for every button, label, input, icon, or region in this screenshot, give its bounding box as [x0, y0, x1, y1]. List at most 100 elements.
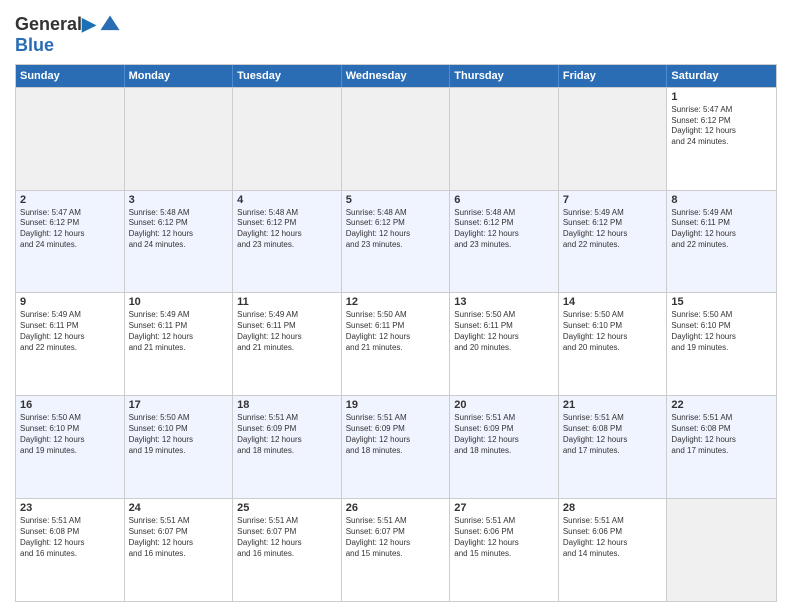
day-info: Sunrise: 5:50 AM Sunset: 6:10 PM Dayligh… [671, 310, 772, 353]
calendar-row-4: 16 Sunrise: 5:50 AM Sunset: 6:10 PM Dayli… [16, 395, 776, 498]
empty-cell [125, 88, 234, 190]
day-number: 24 [129, 502, 229, 514]
day-number: 22 [671, 399, 772, 411]
day-cell-2: 2 Sunrise: 5:47 AM Sunset: 6:12 PM Daylig… [16, 191, 125, 293]
day-cell-24: 24 Sunrise: 5:51 AM Sunset: 6:07 PM Dayli… [125, 499, 234, 601]
day-cell-14: 14 Sunrise: 5:50 AM Sunset: 6:10 PM Dayli… [559, 293, 668, 395]
calendar-row-2: 2 Sunrise: 5:47 AM Sunset: 6:12 PM Daylig… [16, 190, 776, 293]
day-cell-20: 20 Sunrise: 5:51 AM Sunset: 6:09 PM Dayli… [450, 396, 559, 498]
day-number: 19 [346, 399, 446, 411]
day-info: Sunrise: 5:49 AM Sunset: 6:12 PM Dayligh… [563, 208, 663, 251]
day-info: Sunrise: 5:50 AM Sunset: 6:11 PM Dayligh… [454, 310, 554, 353]
day-info: Sunrise: 5:51 AM Sunset: 6:07 PM Dayligh… [346, 516, 446, 559]
logo: General▶ Blue [15, 14, 121, 56]
empty-cell [559, 88, 668, 190]
day-info: Sunrise: 5:51 AM Sunset: 6:08 PM Dayligh… [671, 413, 772, 456]
day-info: Sunrise: 5:51 AM Sunset: 6:06 PM Dayligh… [563, 516, 663, 559]
day-info: Sunrise: 5:51 AM Sunset: 6:07 PM Dayligh… [237, 516, 337, 559]
calendar-row-5: 23 Sunrise: 5:51 AM Sunset: 6:08 PM Dayli… [16, 498, 776, 601]
day-cell-15: 15 Sunrise: 5:50 AM Sunset: 6:10 PM Dayli… [667, 293, 776, 395]
day-info: Sunrise: 5:51 AM Sunset: 6:08 PM Dayligh… [563, 413, 663, 456]
day-cell-19: 19 Sunrise: 5:51 AM Sunset: 6:09 PM Dayli… [342, 396, 451, 498]
day-number: 14 [563, 296, 663, 308]
day-cell-8: 8Sunrise: 5:49 AM Sunset: 6:11 PM Daylig… [667, 191, 776, 293]
day-info: Sunrise: 5:50 AM Sunset: 6:10 PM Dayligh… [129, 413, 229, 456]
day-cell-22: 22 Sunrise: 5:51 AM Sunset: 6:08 PM Dayli… [667, 396, 776, 498]
day-number: 2 [20, 194, 120, 206]
day-cell-5: 5 Sunrise: 5:48 AM Sunset: 6:12 PM Daylig… [342, 191, 451, 293]
day-number: 9 [20, 296, 120, 308]
day-number: 11 [237, 296, 337, 308]
day-number: 27 [454, 502, 554, 514]
day-info: Sunrise: 5:47 AM Sunset: 6:12 PM Dayligh… [20, 208, 120, 251]
day-number: 28 [563, 502, 663, 514]
day-number: 18 [237, 399, 337, 411]
day-number: 15 [671, 296, 772, 308]
header-cell-wednesday: Wednesday [342, 65, 451, 87]
day-cell-18: 18Sunrise: 5:51 AM Sunset: 6:09 PM Dayli… [233, 396, 342, 498]
header-cell-friday: Friday [559, 65, 668, 87]
day-number: 3 [129, 194, 229, 206]
day-cell-21: 21 Sunrise: 5:51 AM Sunset: 6:08 PM Dayli… [559, 396, 668, 498]
logo-blue: Blue [15, 36, 121, 56]
day-number: 13 [454, 296, 554, 308]
day-info: Sunrise: 5:50 AM Sunset: 6:10 PM Dayligh… [563, 310, 663, 353]
day-cell-12: 12Sunrise: 5:50 AM Sunset: 6:11 PM Dayli… [342, 293, 451, 395]
header-cell-thursday: Thursday [450, 65, 559, 87]
day-cell-17: 17 Sunrise: 5:50 AM Sunset: 6:10 PM Dayli… [125, 396, 234, 498]
day-cell-3: 3Sunrise: 5:48 AM Sunset: 6:12 PM Daylig… [125, 191, 234, 293]
day-number: 6 [454, 194, 554, 206]
header-cell-saturday: Saturday [667, 65, 776, 87]
calendar: SundayMondayTuesdayWednesdayThursdayFrid… [15, 64, 777, 602]
day-cell-7: 7 Sunrise: 5:49 AM Sunset: 6:12 PM Daylig… [559, 191, 668, 293]
empty-cell [16, 88, 125, 190]
day-cell-26: 26Sunrise: 5:51 AM Sunset: 6:07 PM Dayli… [342, 499, 451, 601]
day-info: Sunrise: 5:51 AM Sunset: 6:07 PM Dayligh… [129, 516, 229, 559]
calendar-body: 1 Sunrise: 5:47 AM Sunset: 6:12 PM Daylig… [16, 87, 776, 601]
day-number: 20 [454, 399, 554, 411]
day-number: 1 [671, 91, 772, 103]
day-info: Sunrise: 5:49 AM Sunset: 6:11 PM Dayligh… [671, 208, 772, 251]
day-info: Sunrise: 5:50 AM Sunset: 6:10 PM Dayligh… [20, 413, 120, 456]
header-cell-monday: Monday [125, 65, 234, 87]
day-info: Sunrise: 5:49 AM Sunset: 6:11 PM Dayligh… [20, 310, 120, 353]
day-cell-27: 27 Sunrise: 5:51 AM Sunset: 6:06 PM Dayli… [450, 499, 559, 601]
day-number: 16 [20, 399, 120, 411]
day-info: Sunrise: 5:49 AM Sunset: 6:11 PM Dayligh… [129, 310, 229, 353]
day-number: 25 [237, 502, 337, 514]
day-number: 5 [346, 194, 446, 206]
day-info: Sunrise: 5:51 AM Sunset: 6:06 PM Dayligh… [454, 516, 554, 559]
day-number: 21 [563, 399, 663, 411]
header-cell-tuesday: Tuesday [233, 65, 342, 87]
day-cell-10: 10 Sunrise: 5:49 AM Sunset: 6:11 PM Dayli… [125, 293, 234, 395]
day-number: 7 [563, 194, 663, 206]
day-number: 10 [129, 296, 229, 308]
empty-cell [450, 88, 559, 190]
day-info: Sunrise: 5:48 AM Sunset: 6:12 PM Dayligh… [346, 208, 446, 251]
day-info: Sunrise: 5:51 AM Sunset: 6:09 PM Dayligh… [454, 413, 554, 456]
day-cell-13: 13 Sunrise: 5:50 AM Sunset: 6:11 PM Dayli… [450, 293, 559, 395]
day-info: Sunrise: 5:47 AM Sunset: 6:12 PM Dayligh… [671, 105, 772, 148]
day-cell-1: 1 Sunrise: 5:47 AM Sunset: 6:12 PM Daylig… [667, 88, 776, 190]
day-cell-11: 11 Sunrise: 5:49 AM Sunset: 6:11 PM Dayli… [233, 293, 342, 395]
day-cell-6: 6 Sunrise: 5:48 AM Sunset: 6:12 PM Daylig… [450, 191, 559, 293]
day-cell-9: 9 Sunrise: 5:49 AM Sunset: 6:11 PM Daylig… [16, 293, 125, 395]
empty-cell [233, 88, 342, 190]
day-info: Sunrise: 5:49 AM Sunset: 6:11 PM Dayligh… [237, 310, 337, 353]
day-info: Sunrise: 5:51 AM Sunset: 6:09 PM Dayligh… [346, 413, 446, 456]
logo-text: General▶ [15, 15, 96, 35]
day-number: 23 [20, 502, 120, 514]
header-cell-sunday: Sunday [16, 65, 125, 87]
empty-cell [342, 88, 451, 190]
day-info: Sunrise: 5:48 AM Sunset: 6:12 PM Dayligh… [454, 208, 554, 251]
day-info: Sunrise: 5:51 AM Sunset: 6:08 PM Dayligh… [20, 516, 120, 559]
day-number: 17 [129, 399, 229, 411]
day-info: Sunrise: 5:48 AM Sunset: 6:12 PM Dayligh… [237, 208, 337, 251]
day-cell-23: 23 Sunrise: 5:51 AM Sunset: 6:08 PM Dayli… [16, 499, 125, 601]
day-cell-4: 4Sunrise: 5:48 AM Sunset: 6:12 PM Daylig… [233, 191, 342, 293]
day-cell-25: 25 Sunrise: 5:51 AM Sunset: 6:07 PM Dayli… [233, 499, 342, 601]
calendar-row-1: 1 Sunrise: 5:47 AM Sunset: 6:12 PM Daylig… [16, 87, 776, 190]
page: General▶ Blue SundayMondayTuesdayWednesd… [0, 0, 792, 612]
empty-cell [667, 499, 776, 601]
day-number: 12 [346, 296, 446, 308]
